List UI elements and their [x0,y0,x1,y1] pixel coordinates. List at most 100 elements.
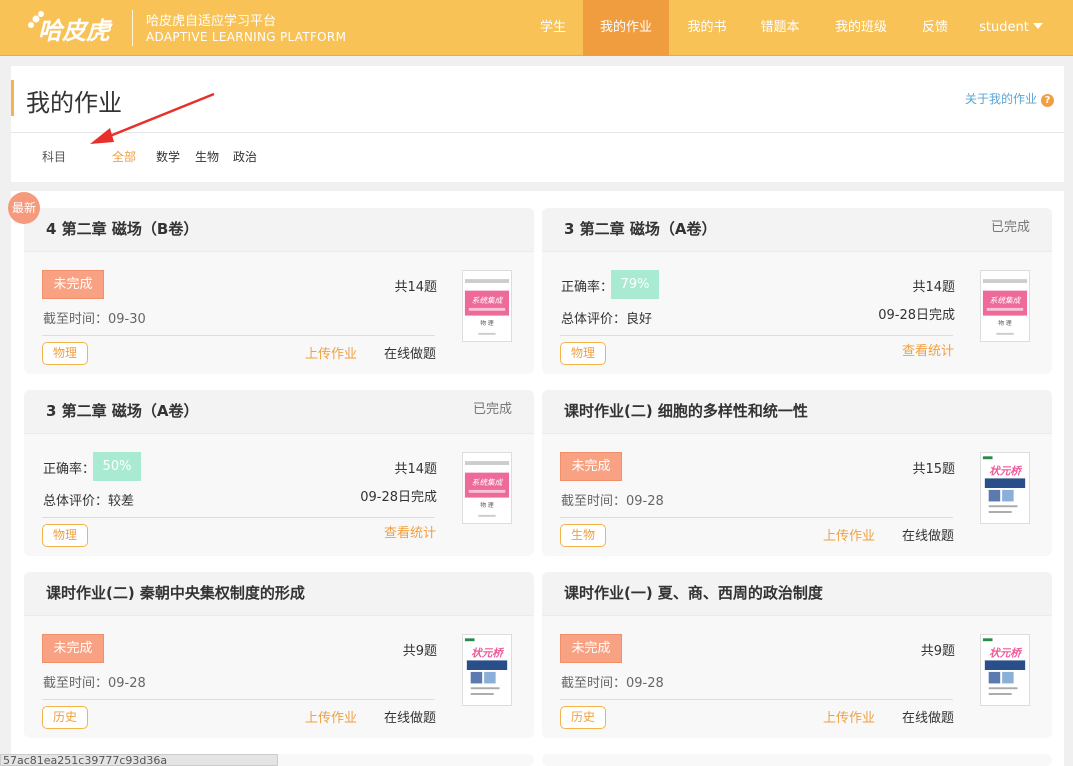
book-title: 状元桥 [989,647,1022,660]
nav-wrong-questions[interactable]: 错题本 [750,0,810,56]
upload-homework-link[interactable]: 上传作业 [823,707,875,726]
deadline-value: 09-30 [108,312,146,327]
book-title: 状元桥 [471,647,504,660]
online-practice-link[interactable]: 在线做题 [384,707,436,726]
svg-text:物 理: 物 理 [480,319,494,327]
book-title: 系统集成 [472,296,504,305]
card-divider [560,699,953,700]
deadline-label: 截至时间： [561,676,627,691]
question-count: 共15题 [912,462,955,477]
upload-homework-link[interactable]: 上传作业 [823,525,875,544]
deadline-text: 截至时间：09-28 [43,672,146,691]
card-title: 课时作业(二) 秦朝中央集权制度的形成 [46,584,305,602]
question-count: 共14题 [394,462,437,477]
card-header: 3 第二章 磁场（A卷） 已完成 [24,390,534,434]
nav-my-class[interactable]: 我的班级 [829,0,893,56]
homework-card[interactable]: 课时作业(二) 秦朝中央集权制度的形成 未完成 截至时间：09-28 共9题 历… [24,572,534,738]
status-not-done: 未完成 [42,270,104,299]
deadline-value: 09-28 [626,494,664,509]
happy-tiger-logo[interactable]: 哈皮虎 [26,8,126,46]
homework-card[interactable]: 3 第二章 磁场（A卷） 已完成 正确率： 79% 总体评价：良好 共14题 0… [542,208,1052,374]
nav-my-books[interactable]: 我的书 [677,0,737,56]
subject-tag: 历史 [42,706,88,729]
card-header: 3 第二章 磁场（A卷） 已完成 [542,208,1052,252]
card-header: 课时作业(二) 秦朝中央集权制度的形成 [24,572,534,616]
subject-tag: 物理 [560,342,606,365]
status-url-bar: 57ac81ea251c39777c93d36a [0,754,278,766]
online-practice-link[interactable]: 在线做题 [384,343,436,362]
deadline-label: 截至时间： [561,494,627,509]
book-cover-icon[interactable]: 系统集成 物 理 [980,270,1030,342]
status-done-label: 已完成 [990,220,1030,235]
card-title: 课时作业(一) 夏、商、西周的政治制度 [564,584,823,602]
card-divider [42,517,435,518]
homework-card[interactable]: 课时作业(一) 夏、商、西周的政治制度 未完成 截至时间：09-28 共9题 历… [542,572,1052,738]
question-count: 共9题 [402,644,437,659]
svg-text:物 理: 物 理 [998,319,1012,327]
question-count: 共14题 [912,280,955,295]
filter-politics[interactable]: 政治 [233,148,257,165]
subject-filter-label: 科目 [42,150,67,164]
evaluation-label: 总体评价： [43,494,109,509]
question-count: 共9题 [920,644,955,659]
book-title: 系统集成 [990,296,1022,305]
deadline-value: 09-28 [626,676,664,691]
accuracy-label: 正确率： [43,462,96,477]
card-title: 3 第二章 磁场（A卷） [564,220,717,238]
accuracy-badge: 50% [93,452,141,481]
new-badge: 最新 [8,192,40,224]
book-cover-icon[interactable]: 状元桥 [462,634,512,706]
card-divider [42,699,435,700]
deadline-text: 截至时间：09-28 [561,490,664,509]
evaluation-text: 总体评价：较差 [43,490,134,509]
evaluation-value: 良好 [626,312,653,327]
card-title: 3 第二章 磁场（A卷） [46,402,199,420]
about-homework-link[interactable]: 关于我的作业? [965,90,1054,107]
svg-text:物 理: 物 理 [480,501,494,509]
title-accent-bar [11,80,14,116]
upload-homework-link[interactable]: 上传作业 [305,707,357,726]
view-stats-link[interactable]: 查看统计 [384,522,436,541]
online-practice-link[interactable]: 在线做题 [902,525,954,544]
homework-card[interactable]: 课时作业(二) 细胞的多样性和统一性 未完成 截至时间：09-28 共15题 生… [542,390,1052,556]
help-icon: ? [1041,94,1054,107]
nav-feedback[interactable]: 反馈 [910,0,960,56]
upload-homework-link[interactable]: 上传作业 [305,343,357,362]
accuracy-badge: 79% [611,270,659,299]
evaluation-text: 总体评价：良好 [561,308,652,327]
homework-card[interactable]: 4 第二章 磁场（B卷） 未完成 截至时间：09-30 共14题 物理 上传作业… [24,208,534,374]
online-practice-link[interactable]: 在线做题 [902,707,954,726]
logo-divider [132,10,133,46]
annotation-arrow-icon [90,92,215,144]
completed-date: 09-28日完成 [360,490,437,505]
book-cover-icon[interactable]: 状元桥 [980,452,1030,524]
nav-my-homework[interactable]: 我的作业 [583,0,669,56]
deadline-label: 截至时间： [43,676,109,691]
homework-card[interactable]: 3 第二章 磁场（A卷） 已完成 正确率： 50% 总体评价：较差 共14题 0… [24,390,534,556]
book-cover-icon[interactable]: 状元桥 [980,634,1030,706]
homework-card-partial[interactable] [542,754,1052,766]
user-name: student [979,20,1029,35]
status-done-label: 已完成 [472,402,512,417]
subject-tag: 物理 [42,524,88,547]
subject-tag: 物理 [42,342,88,365]
view-stats-link[interactable]: 查看统计 [902,340,954,359]
book-cover-icon[interactable]: 系统集成 物 理 [462,270,512,342]
caret-down-icon [1032,23,1043,29]
deadline-value: 09-28 [108,676,146,691]
deadline-label: 截至时间： [43,312,109,327]
subject-tag: 历史 [560,706,606,729]
status-not-done: 未完成 [560,452,622,481]
accuracy-label: 正确率： [561,280,614,295]
about-homework-label: 关于我的作业 [964,92,1037,106]
nav-student[interactable]: 学生 [527,0,579,56]
deadline-text: 截至时间：09-30 [43,308,146,327]
card-divider [560,335,953,336]
evaluation-label: 总体评价： [561,312,627,327]
nav-user-menu[interactable]: student [975,0,1047,56]
brand-name-en: ADAPTIVE LEARNING PLATFORM [146,30,347,44]
card-divider [560,517,953,518]
card-title: 4 第二章 磁场（B卷） [46,220,199,238]
svg-text:哈皮虎: 哈皮虎 [38,17,113,45]
book-cover-icon[interactable]: 系统集成 物 理 [462,452,512,524]
